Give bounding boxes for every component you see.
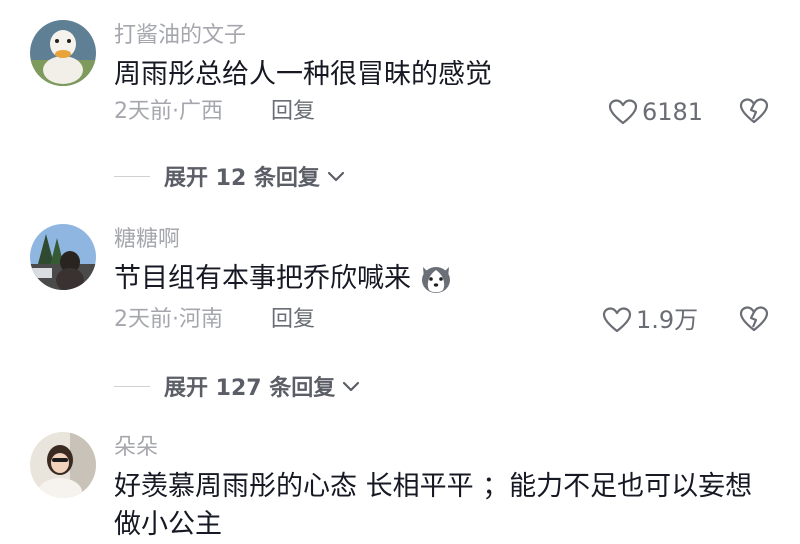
husky-dog-emoji bbox=[419, 261, 453, 306]
broken-heart-icon bbox=[739, 98, 769, 124]
expand-divider bbox=[114, 175, 150, 177]
dislike-button[interactable] bbox=[738, 305, 772, 335]
chevron-down-icon bbox=[343, 381, 360, 392]
heart-outline-icon bbox=[602, 307, 632, 333]
comment-meta: 2天前·广西 bbox=[114, 97, 223, 127]
comment-time: 2天前 bbox=[114, 99, 172, 124]
comment-meta: 2天前·河南 bbox=[114, 305, 223, 335]
meta-separator: · bbox=[172, 307, 179, 332]
dislike-button[interactable] bbox=[738, 97, 772, 127]
username[interactable]: 打酱油的文子 bbox=[114, 21, 246, 51]
expand-replies-button[interactable]: 展开 12 条回复 bbox=[114, 160, 348, 192]
comment-location: 广西 bbox=[179, 99, 224, 124]
reply-button[interactable]: 回复 bbox=[271, 305, 315, 335]
heart-outline-icon bbox=[608, 99, 638, 125]
comment-text: 周雨彤总给人一种很冒昧的感觉 bbox=[114, 59, 492, 90]
comment-text: 节目组有本事把乔欣喊来 bbox=[114, 260, 774, 306]
username[interactable]: 朵朵 bbox=[114, 433, 158, 463]
like-button[interactable]: 1.9万 bbox=[602, 305, 698, 335]
expand-replies-button[interactable]: 展开 127 条回复 bbox=[114, 370, 363, 402]
like-count: 1.9万 bbox=[636, 306, 699, 334]
like-count: 6181 bbox=[642, 98, 704, 126]
expand-divider bbox=[114, 385, 150, 387]
username[interactable]: 糖糖啊 bbox=[114, 225, 180, 255]
comment-time: 2天前 bbox=[114, 307, 172, 332]
avatar[interactable] bbox=[30, 432, 96, 498]
expand-label: 展开 127 条回复 bbox=[164, 376, 336, 401]
broken-heart-icon bbox=[739, 306, 769, 332]
expand-label: 展开 12 条回复 bbox=[164, 166, 320, 191]
avatar[interactable] bbox=[30, 224, 96, 290]
comment-text-content: 节目组有本事把乔欣喊来 bbox=[114, 263, 411, 294]
meta-separator: · bbox=[172, 99, 179, 124]
avatar[interactable] bbox=[30, 20, 96, 86]
comment-text: 好羡慕周雨彤的心态 长相平平 ；能力不足也可以妄想做小公主 bbox=[114, 471, 753, 540]
comment-location: 河南 bbox=[179, 307, 224, 332]
like-button[interactable]: 6181 bbox=[608, 97, 703, 127]
chevron-down-icon bbox=[327, 171, 345, 182]
reply-button[interactable]: 回复 bbox=[271, 97, 315, 127]
